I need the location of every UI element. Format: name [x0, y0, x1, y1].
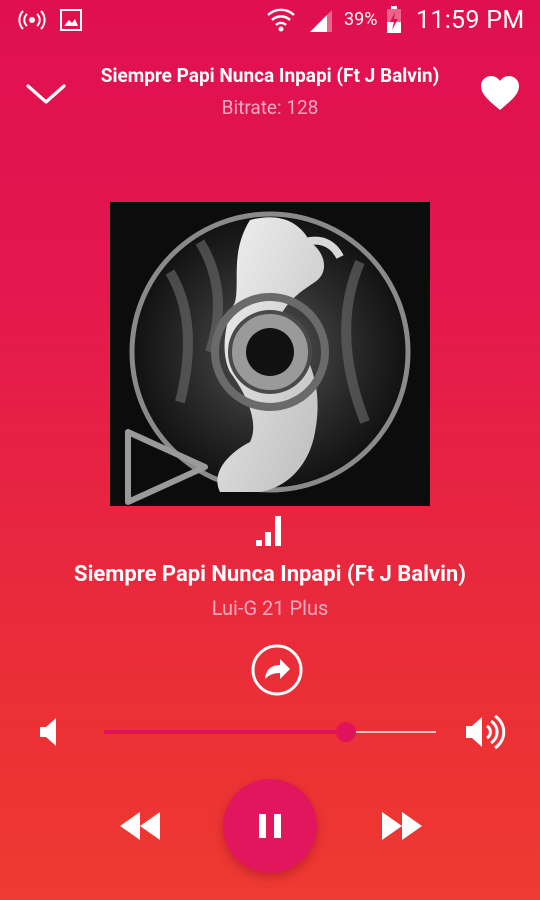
header-title: Siempre Papi Nunca Inpapi (Ft J Balvin) — [100, 64, 440, 87]
battery-charging-icon — [387, 6, 401, 33]
volume-thumb[interactable] — [336, 722, 357, 742]
share-icon[interactable] — [250, 643, 304, 697]
volume-high-icon[interactable] — [464, 712, 506, 752]
album-artwork — [110, 202, 430, 506]
clock: 11:59 PM — [416, 6, 525, 35]
play-pause-button[interactable] — [223, 779, 317, 873]
cell-signal-icon — [310, 10, 332, 32]
artist-name: Lui-G 21 Plus — [211, 596, 329, 620]
song-title: Siempre Papi Nunca Inpapi (Ft J Balvin) — [74, 562, 466, 587]
pause-icon — [259, 814, 281, 838]
volume-low-icon[interactable] — [38, 714, 64, 750]
wireless-broadcast-icon — [18, 10, 46, 30]
bitrate-label: Bitrate: 128 — [221, 96, 319, 119]
battery-percent: 39% — [344, 9, 378, 30]
rewind-icon[interactable] — [116, 808, 164, 844]
equalizer-bars-icon[interactable] — [255, 512, 285, 548]
fast-forward-icon[interactable] — [378, 808, 426, 844]
volume-fill — [104, 730, 347, 734]
heart-icon[interactable] — [478, 74, 522, 114]
image-notification-icon — [60, 9, 82, 31]
wifi-icon — [267, 8, 295, 32]
volume-slider[interactable] — [104, 720, 436, 744]
status-bar: 39% 11:59 PM — [0, 0, 540, 42]
